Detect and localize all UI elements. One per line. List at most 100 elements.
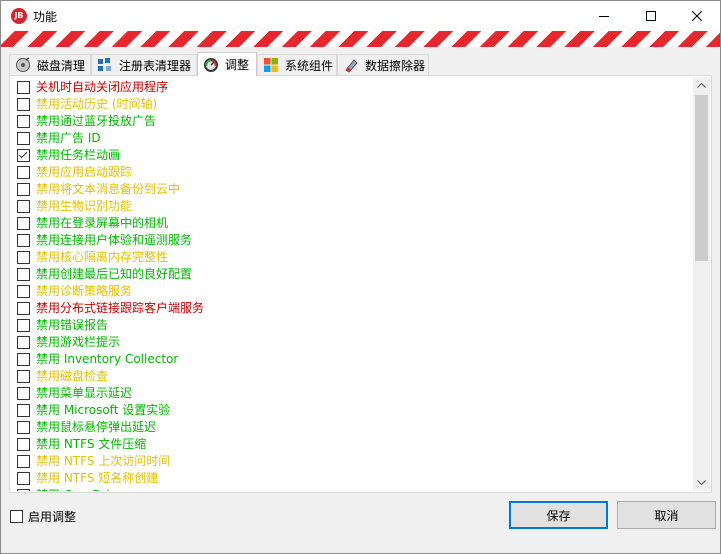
tweak-row[interactable]: 禁用 NTFS 短名称创建 [17, 470, 158, 487]
tweak-checkbox[interactable] [17, 472, 30, 485]
tweak-row[interactable]: 禁用 Microsoft 设置实验 [17, 402, 170, 419]
tab-data-wiper[interactable]: 数据擦除器 [337, 54, 429, 75]
scroll-thumb[interactable] [695, 95, 708, 261]
tweak-checkbox[interactable] [17, 489, 30, 491]
tweak-checkbox[interactable] [17, 234, 30, 247]
tab-label: 注册表清理器 [119, 58, 192, 73]
tweak-checkbox[interactable] [17, 370, 30, 383]
tweaks-list[interactable]: 关机时自动关闭应用程序 禁用活动历史 (时间轴) 禁用通过蓝牙投放广告禁用广告 ID… [11, 77, 694, 491]
tab-label: 调整 [225, 58, 250, 72]
tweak-row[interactable]: 禁用分布式链接跟踪客户端服务 [17, 300, 204, 317]
tweak-label: 禁用错误报告 [36, 318, 109, 332]
tweak-checkbox[interactable] [17, 438, 30, 451]
window-title: 功能 [33, 10, 58, 24]
tweak-checkbox[interactable] [17, 268, 30, 281]
tweak-checkbox[interactable] [17, 387, 30, 400]
tweak-row[interactable]: 禁用活动历史 (时间轴) [17, 96, 157, 113]
tab-label: 磁盘清理 [37, 58, 86, 73]
tweak-row[interactable]: 禁用在登录屏幕中的相机 [17, 215, 168, 232]
tweak-row[interactable]: 禁用生物识别功能 [17, 198, 132, 215]
checkbox-box[interactable] [10, 510, 23, 523]
tweak-label: 禁用磁盘检查 [36, 369, 109, 383]
tweak-label: 关机时自动关闭应用程序 [36, 80, 169, 94]
tweak-label: 禁用 One Drive [36, 487, 124, 491]
tweak-row[interactable]: 禁用错误报告 [17, 317, 108, 334]
tweak-row[interactable]: 禁用 Inventory Collector [17, 351, 178, 368]
tweak-label: 禁用 Inventory Collector [36, 352, 179, 366]
save-button[interactable]: 保存 [509, 501, 608, 529]
title-bar[interactable]: JB 功能 [1, 1, 720, 31]
tweak-checkbox[interactable] [17, 149, 30, 162]
tweak-label: 禁用通过蓝牙投放广告 [36, 114, 157, 128]
tweak-row[interactable]: 禁用 One Drive [17, 487, 124, 491]
tweak-checkbox[interactable] [17, 200, 30, 213]
tweak-checkbox[interactable] [17, 81, 30, 94]
tweak-checkbox[interactable] [17, 302, 30, 315]
tweak-row[interactable]: 禁用核心隔离内存完整性 [17, 249, 168, 266]
tweak-label: 禁用 NTFS 文件压缩 [36, 437, 147, 451]
tweak-label: 禁用鼠标悬停弹出延迟 [36, 420, 157, 434]
tweak-checkbox[interactable] [17, 319, 30, 332]
tweak-row[interactable]: 禁用创建最后已知的良好配置 [17, 266, 192, 283]
tweak-row[interactable]: 禁用鼠标悬停弹出延迟 [17, 419, 156, 436]
tweak-checkbox[interactable] [17, 404, 30, 417]
tweak-checkbox[interactable] [17, 421, 30, 434]
tweak-row[interactable]: 禁用广告 ID [17, 130, 101, 147]
tweak-checkbox[interactable] [17, 285, 30, 298]
tweak-checkbox[interactable] [17, 217, 30, 230]
tweak-checkbox[interactable] [17, 251, 30, 264]
vertical-scrollbar[interactable] [693, 77, 710, 491]
tweak-label: 禁用连接用户体验和遥测服务 [36, 233, 193, 247]
minimize-button[interactable] [581, 1, 627, 31]
tweak-label: 禁用诊断策略服务 [36, 284, 133, 298]
disk-cleanup-icon [16, 57, 30, 72]
tab-system-components[interactable]: 系统组件 [257, 54, 337, 75]
cancel-button[interactable]: 取消 [617, 501, 716, 529]
tweak-label: 禁用分布式链接跟踪客户端服务 [36, 301, 205, 315]
chevron-down-icon [697, 480, 706, 485]
tweak-checkbox[interactable] [17, 98, 30, 111]
tweak-row[interactable]: 关机时自动关闭应用程序 [17, 79, 168, 96]
chevron-up-icon [697, 83, 706, 88]
eraser-icon [345, 59, 358, 73]
tweak-row[interactable]: 禁用游戏栏提示 [17, 334, 120, 351]
tweak-row[interactable]: 禁用通过蓝牙投放广告 [17, 113, 156, 130]
tweak-row[interactable]: 禁用将文本消息备份到云中 [17, 181, 180, 198]
tweak-checkbox[interactable] [17, 336, 30, 349]
tab-tweaks[interactable]: 调整 [197, 52, 257, 76]
maximize-button[interactable] [628, 1, 674, 31]
tab-label: 系统组件 [285, 58, 334, 73]
tweak-label: 禁用核心隔离内存完整性 [36, 250, 169, 264]
tweak-row[interactable]: 禁用磁盘检查 [17, 368, 108, 385]
tab-strip: 磁盘清理 注册表清理器 调整 系统组件 数据擦除器 [9, 52, 714, 76]
tweak-checkbox[interactable] [17, 455, 30, 468]
tweak-label: 禁用创建最后已知的良好配置 [36, 267, 193, 281]
tab-label: 数据擦除器 [365, 58, 426, 73]
tweak-row[interactable]: 禁用应用启动跟踪 [17, 164, 132, 181]
tweak-checkbox[interactable] [17, 166, 30, 179]
tweak-checkbox[interactable] [17, 132, 30, 145]
tweak-label: 禁用生物识别功能 [36, 199, 133, 213]
scroll-down-button[interactable] [693, 474, 710, 491]
maximize-icon [646, 11, 656, 21]
tab-registry-cleaner[interactable]: 注册表清理器 [91, 54, 197, 75]
close-button[interactable] [674, 1, 720, 31]
tweak-row[interactable]: 禁用诊断策略服务 [17, 283, 132, 300]
tweak-label: 禁用 NTFS 短名称创建 [36, 471, 159, 485]
tweak-checkbox[interactable] [17, 183, 30, 196]
tweak-checkbox[interactable] [17, 115, 30, 128]
tweak-row[interactable]: 禁用菜单显示延迟 [17, 385, 132, 402]
tweak-label: 禁用应用启动跟踪 [36, 165, 133, 179]
tweak-label: 禁用活动历史 (时间轴) [36, 97, 158, 111]
tweak-label: 禁用菜单显示延迟 [36, 386, 133, 400]
tweak-checkbox[interactable] [17, 353, 30, 366]
scroll-up-button[interactable] [693, 77, 710, 94]
tweak-row[interactable]: 禁用 NTFS 文件压缩 [17, 436, 146, 453]
enable-tweaks-checkbox[interactable]: 启用调整 [10, 508, 76, 525]
tab-disk-cleanup[interactable]: 磁盘清理 [9, 54, 91, 75]
tweak-row[interactable]: 禁用任务栏动画 [17, 147, 120, 164]
tweak-row[interactable]: 禁用 NTFS 上次访问时间 [17, 453, 170, 470]
tweak-label: 禁用 NTFS 上次访问时间 [36, 454, 171, 468]
tweak-row[interactable]: 禁用连接用户体验和遥测服务 [17, 232, 192, 249]
tweaks-window: JB 功能 磁盘清理 注册表清理器 调整 系统组件 数据擦除器 关机时自动关闭应… [0, 0, 721, 554]
